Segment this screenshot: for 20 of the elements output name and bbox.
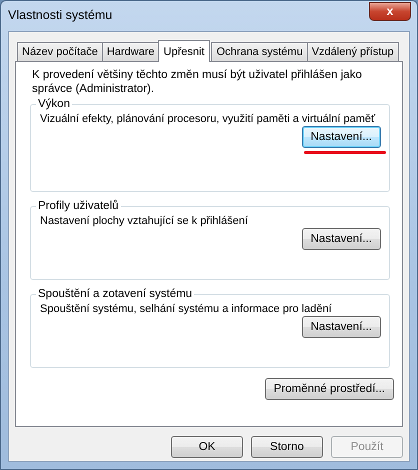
group-title: Profily uživatelů	[37, 200, 120, 212]
tab[interactable]: Ochrana systému	[211, 42, 308, 61]
tab[interactable]: Vzdálený přístup	[306, 42, 399, 61]
group-title: Výkon	[37, 98, 71, 110]
window-title: Vlastnosti systému	[8, 8, 112, 22]
group-description: Vizuální efekty, plánování procesoru, využití paměti a virtuální paměť	[40, 112, 376, 126]
dialog-button[interactable]: Storno	[251, 436, 323, 458]
group-title: Spouštění a zotavení systému	[37, 288, 194, 300]
admin-notice: K provedení většiny těchto změn musí být uživatel přihlášen jako správce (Administrator).	[32, 68, 363, 96]
tab[interactable]: Hardware	[102, 42, 160, 61]
tab[interactable]: Upřesnit	[158, 40, 210, 62]
settings-button[interactable]: Nastavení...	[302, 228, 381, 250]
group-description: Spouštění systému, selhání systému a informace pro ladění	[40, 302, 333, 316]
environment-variables-button[interactable]: Proměnné prostředí...	[264, 378, 394, 400]
group-description: Nastavení plochy vztahující se k přihlášení	[40, 214, 249, 228]
settings-button[interactable]: Nastavení...	[302, 316, 381, 338]
settings-button[interactable]: Nastavení...	[302, 126, 381, 148]
dialog-button[interactable]: OK	[171, 436, 243, 458]
tab[interactable]: Název počítače	[17, 42, 103, 61]
close-button[interactable]: x	[369, 2, 411, 20]
